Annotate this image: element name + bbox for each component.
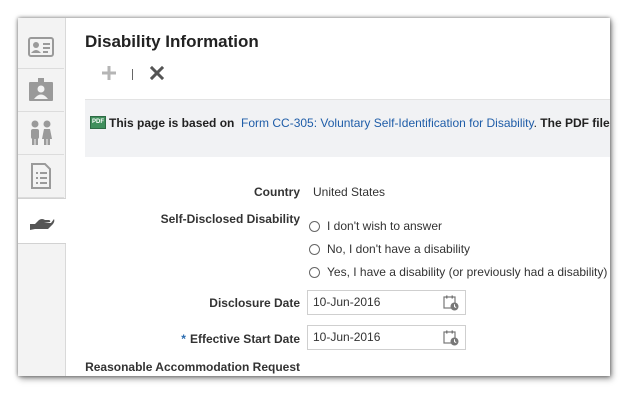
effective-start-date-text: Effective Start Date xyxy=(189,332,300,346)
radio-option-no-answer[interactable]: I don't wish to answer xyxy=(309,218,442,234)
effective-start-date-field xyxy=(307,325,466,350)
country-value: United States xyxy=(313,185,386,199)
info-text: This page is based on Form CC-305: Volun… xyxy=(109,116,610,130)
calendar-icon xyxy=(443,295,459,311)
radio-label: No, I don't have a disability xyxy=(327,242,471,256)
radio-button[interactable] xyxy=(309,243,320,255)
hand-icon xyxy=(30,219,55,230)
people-icon xyxy=(31,120,52,145)
radio-option-no-disability[interactable]: No, I don't have a disability xyxy=(309,241,470,257)
badge-person-icon xyxy=(29,78,53,101)
add-button[interactable] xyxy=(102,66,116,85)
required-asterisk: * xyxy=(181,332,186,346)
form-cc305-link[interactable]: Form CC-305: Voluntary Self-Identificati… xyxy=(241,116,534,130)
info-suffix: The PDF file di xyxy=(540,116,610,130)
tab-family[interactable] xyxy=(18,112,64,155)
toolbar-separator xyxy=(132,69,133,80)
effective-start-date-input[interactable] xyxy=(313,330,433,344)
tab-disability-info[interactable] xyxy=(18,198,66,244)
tab-documents[interactable] xyxy=(18,155,64,198)
side-tab-strip xyxy=(18,18,66,376)
x-icon xyxy=(149,65,165,81)
disclosure-date-input[interactable] xyxy=(313,295,433,309)
effective-start-date-label: * Effective Start Date xyxy=(181,332,300,346)
id-card-icon xyxy=(28,37,54,57)
pdf-icon: PDF xyxy=(90,116,106,129)
page-title: Disability Information xyxy=(85,32,259,51)
disability-label: Self-Disclosed Disability xyxy=(160,212,300,226)
calendar-icon xyxy=(443,330,459,346)
country-label: Country xyxy=(254,185,300,199)
disclosure-date-label: Disclosure Date xyxy=(209,296,300,310)
document-list-icon xyxy=(31,163,51,189)
tab-employment[interactable] xyxy=(18,69,64,112)
app-frame: Disability Information PDF This page is … xyxy=(18,18,610,376)
radio-label: Yes, I have a disability (or previously … xyxy=(327,265,608,279)
delete-button[interactable] xyxy=(149,65,165,85)
accommodation-label: Reasonable Accommodation Request xyxy=(85,360,300,374)
disclosure-date-picker-button[interactable] xyxy=(443,295,459,311)
plus-icon xyxy=(102,66,116,80)
radio-button[interactable] xyxy=(309,266,320,278)
info-prefix: This page is based on xyxy=(109,116,235,130)
info-banner: PDF This page is based on Form CC-305: V… xyxy=(85,99,610,157)
info-punct: . xyxy=(533,116,537,130)
radio-option-has-disability[interactable]: Yes, I have a disability (or previously … xyxy=(309,264,607,280)
disclosure-date-field xyxy=(307,290,466,315)
radio-button[interactable] xyxy=(309,220,320,232)
tab-personal-info[interactable] xyxy=(18,26,64,69)
effective-start-date-picker-button[interactable] xyxy=(443,330,459,346)
radio-label: I don't wish to answer xyxy=(327,219,443,233)
